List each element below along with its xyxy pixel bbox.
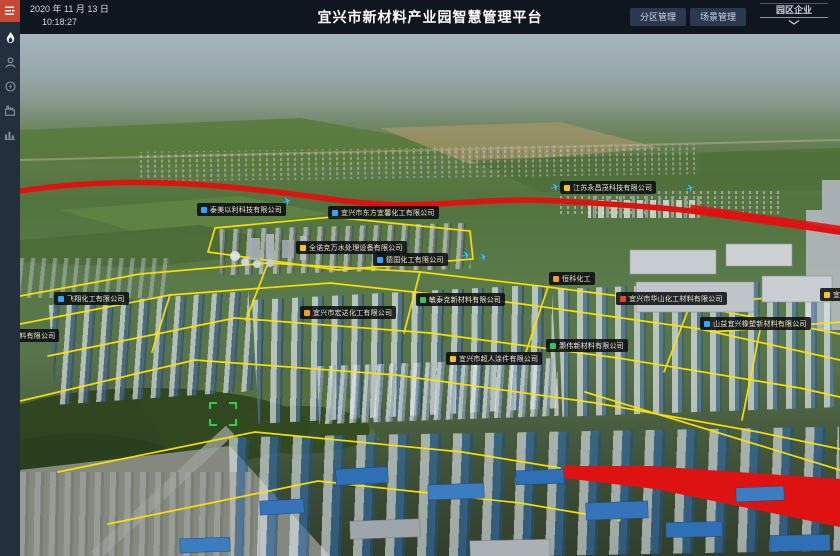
sidebar bbox=[0, 0, 20, 556]
company-marker-icon bbox=[450, 356, 456, 362]
factory-icon[interactable] bbox=[0, 98, 20, 122]
company-label[interactable]: 恒科化工 bbox=[549, 272, 595, 285]
chevron-down-icon bbox=[788, 20, 800, 25]
company-marker-icon bbox=[304, 310, 310, 316]
company-marker-icon bbox=[620, 296, 626, 302]
company-label[interactable]: 宜兴市华山化工材料有限公司 bbox=[616, 292, 727, 305]
menu-icon[interactable] bbox=[0, 0, 20, 22]
company-label[interactable]: 宜兴市超人涂件有限公司 bbox=[446, 352, 542, 365]
company-label-text: 江苏永昌茂科技有限公司 bbox=[573, 183, 652, 193]
company-label[interactable]: 宜兴市宏达化工有限公司 bbox=[300, 306, 396, 319]
company-marker-icon bbox=[377, 257, 383, 263]
zone-management-button[interactable]: 分区管理 bbox=[630, 8, 686, 26]
company-label-text: 飞翔化工有限公司 bbox=[67, 294, 125, 304]
energy-icon[interactable] bbox=[0, 74, 20, 98]
company-marker-icon bbox=[550, 343, 556, 349]
company-marker-icon bbox=[332, 210, 338, 216]
company-marker-icon bbox=[564, 185, 570, 191]
company-marker-icon bbox=[553, 276, 559, 282]
plant-structures bbox=[230, 234, 306, 268]
park-enterprises-dropdown[interactable]: 园区企业 bbox=[760, 3, 828, 29]
company-label-text: 德国化工有限公司 bbox=[386, 255, 444, 265]
company-label[interactable]: 敏泰克新材料有限公司 bbox=[416, 293, 505, 306]
company-label-text: 恒科化工 bbox=[562, 274, 591, 284]
company-marker-icon bbox=[824, 292, 830, 298]
park-enterprises-label: 园区企业 bbox=[760, 4, 828, 18]
company-marker-icon bbox=[201, 207, 207, 213]
company-marker-icon bbox=[300, 245, 306, 251]
company-marker-icon bbox=[420, 297, 426, 303]
company-label-text: 敏泰克新材料有限公司 bbox=[429, 295, 501, 305]
company-label-text: 全诺克万水处理设备有限公司 bbox=[309, 243, 403, 253]
company-label-text: 宜兴市超人涂件有限公司 bbox=[459, 354, 538, 364]
company-label-text: 宜兴市东方宜馨化工有限公司 bbox=[341, 208, 435, 218]
company-label[interactable]: 飞翔化工有限公司 bbox=[54, 292, 129, 305]
company-label[interactable]: 宜兴市东方宜馨化工有限公司 bbox=[328, 206, 439, 219]
company-marker-icon bbox=[58, 296, 64, 302]
app-window: 2020 年 11 月 13 日 10:18:27 宜兴市新材料产业园智慧管理平… bbox=[0, 0, 840, 556]
company-marker-icon bbox=[704, 321, 710, 327]
company-label-text: 宜兴科技有限公司 bbox=[833, 290, 840, 300]
company-label[interactable]: 德国化工有限公司 bbox=[373, 253, 448, 266]
company-label[interactable]: 灏伟新材料有限公司 bbox=[546, 339, 628, 352]
company-label[interactable]: 泰美以利科技有限公司 bbox=[197, 203, 286, 216]
company-label-text: 宜兴市华山化工材料有限公司 bbox=[629, 294, 723, 304]
flame-icon[interactable] bbox=[0, 26, 20, 50]
company-label[interactable]: 江苏永昌茂科技有限公司 bbox=[560, 181, 656, 194]
company-label[interactable]: 宜兴科技有限公司 bbox=[820, 288, 840, 301]
company-label-text: 灏伟新材料有限公司 bbox=[559, 341, 624, 351]
scene-management-button[interactable]: 场景管理 bbox=[690, 8, 746, 26]
company-label[interactable]: 山益宜兴橡塑新材料有限公司 bbox=[700, 317, 811, 330]
header-bar: 2020 年 11 月 13 日 10:18:27 宜兴市新材料产业园智慧管理平… bbox=[20, 0, 840, 34]
user-icon[interactable] bbox=[0, 50, 20, 74]
bar-chart-icon[interactable] bbox=[0, 122, 20, 146]
company-label-text: 山益宜兴橡塑新材料有限公司 bbox=[713, 319, 807, 329]
company-label-text: 宜兴市宏达化工有限公司 bbox=[313, 308, 392, 318]
company-label-text: 泰美以利科技有限公司 bbox=[210, 205, 282, 215]
